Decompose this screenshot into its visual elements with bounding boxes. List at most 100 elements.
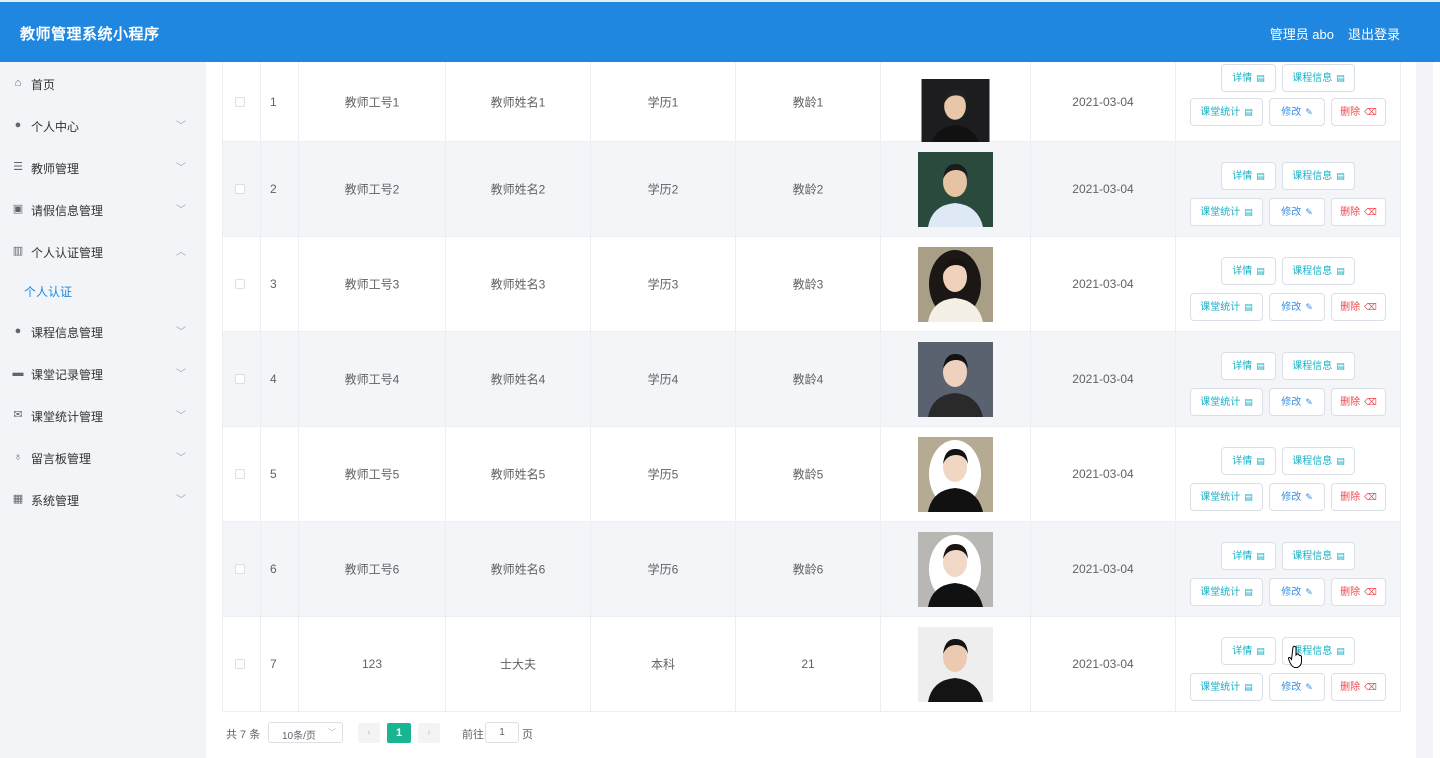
document-icon: ▤ [1244,587,1253,597]
next-page-button[interactable]: › [418,723,440,743]
delete-button[interactable]: 删除 ⌫ [1331,673,1386,701]
detail-label: 详情 [1232,361,1253,372]
sidebar-item-home[interactable]: ⌂ 首页 [0,62,206,104]
teaching-years: 教龄4 [792,372,824,387]
edit-icon: ✎ [1305,587,1313,597]
actions-cell: 详情 ▤ 课程信息 ▤ 课堂统计 ▤ 修改 ✎ 删除 ⌫ [1176,62,1402,141]
class-stat-button[interactable]: 课堂统计 ▤ [1190,198,1263,226]
row-index: 4 [261,332,299,426]
sidebar-item-class-stat-management[interactable]: ✉ 课堂统计管理 ﹀ [0,394,206,436]
prev-page-button[interactable]: ‹ [358,723,380,743]
table-row: 3 教师工号3 教师姓名3 学历3 教龄3 2021-03-04 详情 ▤ 课程信… [223,237,1400,332]
chevron-down-icon: ﹀ [176,411,186,422]
goto-page-input[interactable]: 1 [485,722,519,743]
row-checkbox[interactable] [235,374,245,384]
detail-button[interactable]: 详情 ▤ [1221,637,1276,665]
page-size-select[interactable]: 10条/页 ﹀ [268,722,343,743]
edit-button[interactable]: 修改 ✎ [1269,483,1325,511]
course-info-button[interactable]: 课程信息 ▤ [1282,352,1355,380]
sidebar-item-certification-management[interactable]: ▥ 个人认证管理 ︿ [0,230,206,272]
delete-button[interactable]: 删除 ⌫ [1331,98,1386,126]
document-icon: ▤ [1336,456,1345,466]
teacher-no: 教师工号1 [344,95,400,109]
edit-button[interactable]: 修改 ✎ [1269,198,1325,226]
row-checkbox[interactable] [235,96,245,107]
sidebar-item-personal-center[interactable]: ● 个人中心 ﹀ [0,104,206,146]
photo-cell [881,62,1031,147]
teacher-no-cell: 教师工号1 [299,62,446,141]
row-checkbox-cell [223,237,261,331]
date-cell: 2021-03-04 [1031,617,1176,711]
row-checkbox[interactable] [235,184,245,194]
document-icon: ▤ [1256,646,1265,656]
chevron-up-icon: ︿ [176,247,186,258]
detail-label: 详情 [1232,266,1253,277]
course-info-button[interactable]: 课程信息 ▤ [1282,64,1355,92]
delete-button[interactable]: 删除 ⌫ [1331,293,1386,321]
current-page-button[interactable]: 1 [387,723,411,743]
row-checkbox-cell [223,617,261,711]
teacher-name: 教师姓名1 [490,95,546,109]
sidebar-item-leave-management[interactable]: ▣ 请假信息管理 ﹀ [0,188,206,230]
class-stat-button[interactable]: 课堂统计 ▤ [1190,293,1263,321]
course-info-label: 课程信息 [1292,73,1333,84]
sidebar-item-label: 个人认证 [24,285,73,299]
detail-button[interactable]: 详情 ▤ [1221,64,1276,92]
detail-button[interactable]: 详情 ▤ [1221,162,1276,190]
class-stat-button[interactable]: 课堂统计 ▤ [1190,673,1263,701]
edit-icon: ✎ [1305,107,1313,117]
sidebar-item-class-record-management[interactable]: ▬ 课堂记录管理 ﹀ [0,352,206,394]
class-stat-button[interactable]: 课堂统计 ▤ [1190,483,1263,511]
class-stat-button[interactable]: 课堂统计 ▤ [1190,98,1263,126]
course-info-button[interactable]: 课程信息 ▤ [1282,542,1355,570]
class-stat-button[interactable]: 课堂统计 ▤ [1190,578,1263,606]
sidebar-item-system-management[interactable]: ▦ 系统管理 ﹀ [0,478,206,520]
sidebar-item-teacher-management[interactable]: ☰ 教师管理 ﹀ [0,146,206,188]
sidebar-item-label: 请假信息管理 [31,204,104,218]
course-info-button[interactable]: 课程信息 ▤ [1282,447,1355,475]
teacher-name-cell: 教师姓名2 [446,142,591,236]
table-row: 2 教师工号2 教师姓名2 学历2 教龄2 2021-03-04 详情 ▤ 课程信… [223,142,1400,237]
class-stat-label: 课堂统计 [1200,492,1241,503]
chevron-down-icon: ﹀ [176,163,186,174]
delete-button[interactable]: 删除 ⌫ [1331,578,1386,606]
delete-button[interactable]: 删除 ⌫ [1331,198,1386,226]
edit-button[interactable]: 修改 ✎ [1269,388,1325,416]
course-info-label: 课程信息 [1292,551,1333,562]
sidebar-item-course-management[interactable]: ● 课程信息管理 ﹀ [0,310,206,352]
edit-button[interactable]: 修改 ✎ [1269,293,1325,321]
detail-label: 详情 [1232,456,1253,467]
sidebar-subitem-certification[interactable]: 个人认证 [0,269,206,311]
row-index-text: 7 [270,657,277,671]
class-stat-button[interactable]: 课堂统计 ▤ [1190,388,1263,416]
edit-button[interactable]: 修改 ✎ [1269,673,1325,701]
row-checkbox[interactable] [235,279,245,289]
course-info-button[interactable]: 课程信息 ▤ [1282,257,1355,285]
row-checkbox[interactable] [235,659,245,669]
delete-button[interactable]: 删除 ⌫ [1331,388,1386,416]
home-icon: ⌂ [14,77,22,89]
detail-button[interactable]: 详情 ▤ [1221,352,1276,380]
education: 学历4 [647,372,679,387]
grid-icon: ▦ [12,493,24,505]
delete-label: 删除 [1340,492,1361,503]
teacher-name-cell: 教师姓名3 [446,237,591,331]
row-index-text: 1 [270,94,277,109]
course-info-button[interactable]: 课程信息 ▤ [1282,162,1355,190]
detail-button[interactable]: 详情 ▤ [1221,257,1276,285]
trash-icon: ⌫ [1364,302,1377,312]
edit-button[interactable]: 修改 ✎ [1269,578,1325,606]
edit-button[interactable]: 修改 ✎ [1269,98,1325,126]
user-icon: ● [14,119,22,131]
mail-icon: ✉ [13,409,23,421]
row-checkbox[interactable] [235,564,245,574]
row-checkbox[interactable] [235,469,245,479]
delete-button[interactable]: 删除 ⌫ [1331,483,1386,511]
teacher-name: 教师姓名6 [490,562,546,577]
detail-button[interactable]: 详情 ▤ [1221,447,1276,475]
logout-button[interactable]: 退出登录 [1348,24,1400,43]
detail-button[interactable]: 详情 ▤ [1221,542,1276,570]
created-date: 2021-03-04 [1072,372,1134,386]
sidebar-item-message-board[interactable]: ♁ 留言板管理 ﹀ [0,436,206,478]
table-row: 7 123 士大夫 本科 21 2021-03-04 详情 ▤ 课程信息 ▤ 课堂统… [223,617,1400,712]
